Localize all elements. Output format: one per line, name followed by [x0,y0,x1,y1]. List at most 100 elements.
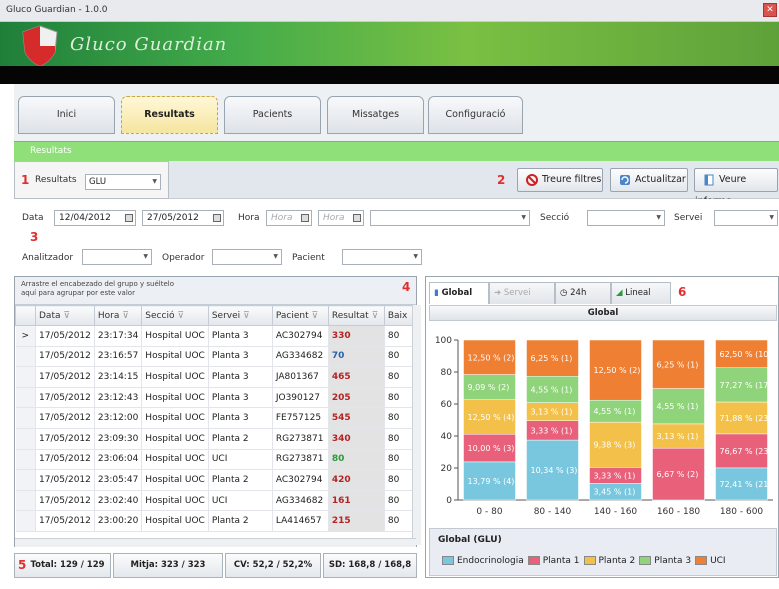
clear-filters-button[interactable]: Treure filtres [517,168,603,192]
filter-icon[interactable]: ⊽ [63,311,70,321]
column-header-pacient[interactable]: Pacient ⊽ [271,305,329,326]
tab-configuracio[interactable]: Configuració [428,96,523,134]
data-label: 4,55 % (1) [594,407,636,416]
title-bar: Gluco Guardian - 1.0.0 ✕ [0,0,779,22]
hora-to-field[interactable]: Hora [318,210,364,226]
marker-1: 1 [21,173,30,187]
filter-icon[interactable]: ⊽ [243,311,250,321]
cell-seccio: Hospital UOC [141,449,209,471]
table-row[interactable]: 17/05/2012 23:05:47 Hospital UOC Planta 2 AC… [15,469,415,491]
column-header-hora[interactable]: Hora ⊽ [93,305,143,326]
cell-data: 17/05/2012 [35,469,95,491]
column-header-seccio[interactable]: Secció ⊽ [141,305,209,326]
table-row[interactable]: 17/05/2012 23:00:20 Hospital UOC Planta 2 LA… [15,510,415,532]
clock-icon[interactable] [353,214,361,222]
cell-baix: 80 [384,366,415,388]
table-row[interactable]: 17/05/2012 23:16:57 Hospital UOC Planta 3 AG… [15,346,415,368]
stat-total: Total: 129 / 129 [14,553,111,578]
cell-servei: Planta 3 [208,387,273,409]
filter-icon[interactable]: ⊽ [311,311,318,321]
cell-seccio: Hospital UOC [141,490,209,512]
refresh-icon [620,174,630,185]
y-tick-label: 80 [441,368,453,378]
cell-hora: 23:00:20 [94,510,143,532]
date-from-field[interactable]: 12/04/2012 [54,210,136,226]
column-header-servei[interactable]: Servei ⊽ [207,305,273,326]
x-tick-label: 0 - 80 [476,507,502,517]
result-type-select[interactable]: GLU ▼ [85,174,161,190]
legend-label: Planta 2 [598,556,636,566]
calendar-icon[interactable] [125,214,133,222]
operador-select[interactable]: ▼ [212,249,282,265]
filter-icon[interactable]: ⊽ [372,311,379,321]
vertical-scrollbar[interactable] [412,305,421,545]
chart-tab-lineal[interactable]: ◢ Lineal [611,282,671,304]
tab-pacients[interactable]: Pacients [224,96,321,134]
group-by-area[interactable]: Arrastre el encabezado del grupo y suélt… [15,277,416,305]
data-label: 6,67 % (2) [657,470,699,479]
chevron-down-icon: ▼ [143,253,148,260]
table-row[interactable]: 17/05/2012 23:09:30 Hospital UOC Planta 2 RG… [15,428,415,450]
cell-servei: UCI [208,490,273,512]
tab-missatges[interactable]: Missatges [327,96,424,134]
calendar-icon[interactable] [213,214,221,222]
column-header-resultat[interactable]: Resultat ⊽ [327,305,385,326]
chevron-down-icon: ▼ [521,214,526,221]
chart-tab-servei[interactable]: ➜ Servei [489,282,555,304]
refresh-label: Actualitzar [635,174,686,185]
marker-6: 6 [678,285,687,299]
row-selector [15,366,36,388]
servei-select[interactable]: ▼ [714,210,778,226]
hora-from-field[interactable]: Hora [266,210,312,226]
column-header-data[interactable]: Data ⊽ [35,305,95,326]
seccio-select[interactable]: ▼ [587,210,665,226]
clock-icon[interactable] [301,214,309,222]
cell-hora: 23:05:47 [94,469,143,491]
cell-baix: 80 [384,346,415,368]
stat-sd: SD: 168,8 / 168,8 [323,553,417,578]
table-row[interactable]: 17/05/2012 23:12:00 Hospital UOC Planta 3 FE… [15,407,415,429]
table-row[interactable]: 17/05/2012 23:06:04 Hospital UOC UCI RG27387… [15,449,415,471]
table-row[interactable]: 17/05/2012 23:02:40 Hospital UOC UCI AG33468… [15,490,415,512]
date-label: Data [22,213,44,223]
cell-data: 17/05/2012 [35,346,95,368]
cell-seccio: Hospital UOC [141,325,209,347]
data-label: 3,13 % (1) [657,432,699,441]
cell-hora: 23:06:04 [94,449,143,471]
horizontal-scrollbar[interactable] [15,538,416,547]
data-label: 6,25 % (1) [531,354,573,363]
tab-resultats[interactable]: Resultats [121,96,218,134]
cell-resultat: 465 [328,366,385,388]
cell-data: 17/05/2012 [35,449,95,471]
chart-tab-24h[interactable]: ◷ 24h [555,282,611,304]
view-report-button[interactable]: Veure informe [694,168,778,207]
column-header-baix[interactable]: Baix [383,305,415,326]
cell-data: 17/05/2012 [35,510,95,532]
row-selector [15,469,36,491]
cell-seccio: Hospital UOC [141,407,209,429]
cell-data: 17/05/2012 [35,387,95,409]
result-type-filter: 1 Resultats GLU ▼ [14,161,169,199]
cell-baix: 80 [384,469,415,491]
filter-icon[interactable]: ⊽ [122,311,129,321]
refresh-button[interactable]: Actualitzar [610,168,688,192]
analyzer-wide-select[interactable]: ▼ [370,210,530,226]
tab-inici[interactable]: Inici [18,96,115,134]
table-row[interactable]: 17/05/2012 23:14:15 Hospital UOC Planta 3 JA… [15,366,415,388]
close-icon[interactable]: ✕ [763,3,777,17]
filter-icon[interactable]: ⊽ [177,311,184,321]
table-row[interactable]: >17/05/2012 23:17:34 Hospital UOC Planta 3A… [15,325,415,347]
data-label: 4,55 % (1) [657,402,699,411]
chart-tab-global[interactable]: ▮ Global [429,282,489,304]
cell-seccio: Hospital UOC [141,428,209,450]
legend-label: UCI [710,556,726,566]
cell-pacient: RG273871 [272,449,329,471]
date-to-field[interactable]: 27/05/2012 [142,210,224,226]
analitzador-select[interactable]: ▼ [82,249,152,265]
row-selector [15,449,36,471]
pacient-select[interactable]: ▼ [342,249,422,265]
column-header-label: Hora [97,310,120,321]
legend-swatch [583,556,596,565]
cell-resultat: 80 [328,449,385,471]
table-row[interactable]: 17/05/2012 23:12:43 Hospital UOC Planta 3 JO… [15,387,415,409]
